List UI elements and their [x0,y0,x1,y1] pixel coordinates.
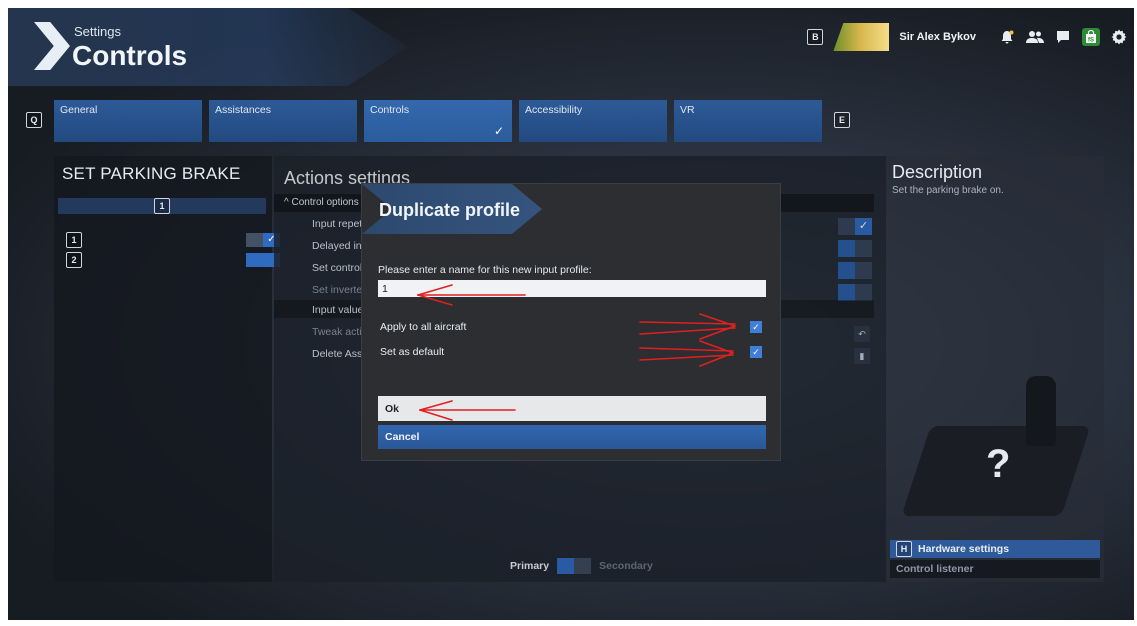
dialog-title: Duplicate profile [379,200,521,220]
apply-all-label[interactable]: Apply to all aircraft [380,321,466,333]
binding-key: 2 [66,252,82,268]
hardware-settings-label: Hardware settings [918,543,1010,555]
controller-illustration: ? [901,376,1091,526]
key-hint-b: B [807,29,824,45]
key-hint-h: H [896,541,912,557]
binding-key: 1 [66,232,82,248]
tab-controls[interactable]: Controls ✓ [364,100,512,142]
binding-row-2[interactable]: 2 [66,252,280,268]
dialog-prompt: Please enter a name for this new input p… [378,264,592,276]
set-default-checkbox[interactable]: ✓ [750,346,762,358]
tab-assistances[interactable]: Assistances [209,100,357,142]
shop-label: fS [1088,38,1094,44]
description-panel: Description Set the parking brake on. ? … [886,156,1104,582]
user-name[interactable]: Sir Alex Bykov [899,31,976,43]
tab-label: Controls [370,104,410,116]
duplicate-profile-dialog: Duplicate profile Please enter a name fo… [362,184,780,460]
tab-label: VR [680,104,695,116]
shop-icon[interactable]: fS [1082,28,1100,46]
tab-label: Accessibility [525,104,583,116]
tab-vr[interactable]: VR [674,100,822,142]
unknown-device-icon: ? [986,442,1011,486]
friends-icon[interactable] [1026,28,1044,46]
checkmark-icon: ✓ [493,124,504,138]
key-hint-e[interactable]: E [834,112,850,128]
bell-icon[interactable] [998,28,1016,46]
set-default-label[interactable]: Set as default [380,346,444,358]
avatar[interactable] [833,23,890,51]
profile-name-input[interactable] [378,280,766,297]
tab-label: General [60,104,98,116]
settings-tabs: Q General Assistances Controls ✓ Accessib… [24,100,864,146]
key-hint-q[interactable]: Q [26,112,42,128]
tab-label: Assistances [215,104,272,116]
binding-panel: SET PARKING BRAKE 1 1 ✓ 2 [54,156,280,582]
top-bar: B Sir Alex Bykov fS [807,22,1134,52]
description-title: Description [892,162,983,182]
description-text: Set the parking brake on. [892,185,1004,196]
hardware-settings-button[interactable]: H Hardware settings [890,540,1100,558]
action-title: SET PARKING BRAKE [62,164,241,183]
control-listener-button[interactable]: Control listener [890,560,1100,578]
apply-all-checkbox[interactable]: ✓ [750,321,762,333]
tab-accessibility[interactable]: Accessibility [519,100,667,142]
binding-slot-key: 1 [154,198,170,214]
header-section: Settings [74,24,121,39]
ok-button[interactable]: Ok [378,396,766,421]
chat-icon[interactable] [1054,28,1072,46]
page-title: Controls [72,40,188,71]
tab-general[interactable]: General [54,100,202,142]
gear-icon[interactable] [1110,28,1128,46]
binding-header: 1 [58,198,266,214]
cancel-button[interactable]: Cancel [378,425,766,449]
binding-row-1[interactable]: 1 ✓ [66,232,280,248]
